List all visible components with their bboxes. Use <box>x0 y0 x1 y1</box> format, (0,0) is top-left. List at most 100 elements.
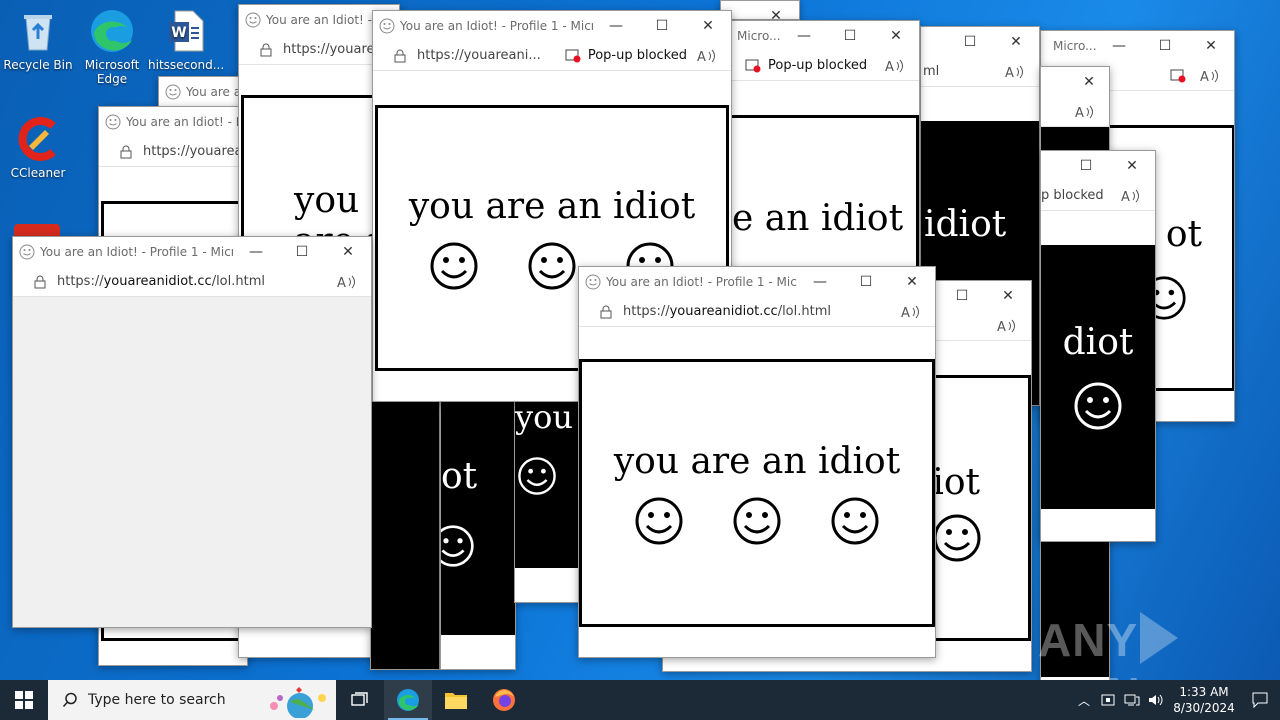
smiley-icon <box>430 242 478 289</box>
maximize-icon[interactable]: ☐ <box>639 11 685 41</box>
minimize-icon[interactable]: — <box>233 237 279 267</box>
maximize-icon[interactable]: ☐ <box>939 281 985 311</box>
idiot-message: you are an idiot <box>613 440 901 482</box>
address-bar-url[interactable]: https://youarea <box>143 144 247 159</box>
desktop-icon-label: Microsoft Edge <box>84 58 140 86</box>
close-icon[interactable]: ✕ <box>1109 151 1155 181</box>
start-button[interactable] <box>0 680 48 720</box>
taskbar-firefox[interactable] <box>480 680 528 720</box>
window-title: You are an Idiot! - Profile 1 - Micro... <box>606 275 797 289</box>
minimize-icon[interactable]: — <box>781 21 827 51</box>
maximize-icon[interactable]: ☐ <box>1063 151 1109 181</box>
lock-icon <box>394 49 406 62</box>
idiot-message: e an idiot <box>732 198 904 239</box>
read-aloud-icon[interactable]: A <box>1005 64 1027 80</box>
read-aloud-icon[interactable]: A <box>1121 188 1143 204</box>
maximize-icon[interactable]: ☐ <box>827 21 873 51</box>
smiley-icon <box>518 457 556 495</box>
ccleaner-icon <box>15 116 61 162</box>
minimize-icon[interactable]: — <box>593 11 639 41</box>
browser-window[interactable]: You are an Idiot! - Profile 1 - Micro...… <box>12 236 372 628</box>
desktop-icon-ccleaner[interactable]: CCleaner <box>0 116 76 180</box>
maximize-icon[interactable]: ☐ <box>1142 31 1188 61</box>
close-icon[interactable]: ✕ <box>1188 31 1234 61</box>
smiley-icon <box>528 242 576 289</box>
desktop-icon-edge[interactable]: Microsoft Edge <box>74 8 150 86</box>
read-aloud-icon[interactable]: A <box>885 58 907 74</box>
page-frame: you are an idiot <box>579 359 935 627</box>
window-title: You are an Idiot! - Profile 1 - Micro... <box>40 245 233 259</box>
maximize-icon[interactable]: ☐ <box>843 267 889 297</box>
clock-time: 1:33 AM <box>1179 685 1229 699</box>
smiley-icon <box>1074 382 1122 430</box>
desktop: Recycle Bin Microsoft Edge W hitssecond.… <box>0 0 1280 680</box>
window-title: You are an Idiot! - Pro <box>126 115 247 129</box>
popup-blocked-indicator[interactable]: Pop-up blocked <box>745 58 875 73</box>
read-aloud-icon[interactable]: A <box>997 318 1019 334</box>
close-icon[interactable]: ✕ <box>1069 67 1109 97</box>
minimize-icon[interactable]: — <box>797 267 843 297</box>
idiot-message: diot <box>1062 322 1134 363</box>
task-view-button[interactable] <box>336 680 384 720</box>
address-bar-url[interactable]: ml <box>921 64 939 79</box>
window-title: You are an Idiot! - Profile 1 - Micro... <box>400 19 593 33</box>
read-aloud-icon[interactable]: A <box>1200 68 1222 84</box>
browser-window[interactable]: you <box>514 395 584 603</box>
close-icon[interactable]: ✕ <box>993 27 1039 57</box>
page-content-blank <box>13 297 371 627</box>
volume-icon[interactable] <box>1144 680 1168 720</box>
taskbar-edge[interactable] <box>384 680 432 720</box>
smiley-icon <box>441 525 474 567</box>
svg-text:A: A <box>997 320 1006 334</box>
svg-text:A: A <box>337 276 346 290</box>
taskbar-file-explorer[interactable] <box>432 680 480 720</box>
smiley-favicon-icon <box>379 18 395 34</box>
lock-icon <box>600 305 612 318</box>
folder-icon <box>445 693 467 709</box>
popup-blocked-indicator[interactable]: Pop-up blocked <box>565 48 687 63</box>
browser-window[interactable]: ☐ ✕ p blocked A diot <box>1040 150 1156 542</box>
browser-window[interactable]: ot <box>440 395 516 670</box>
desktop-icon-recycle-bin[interactable]: Recycle Bin <box>0 8 76 72</box>
minimize-icon[interactable]: — <box>1096 31 1142 61</box>
browser-window[interactable]: You are an Idiot! - Profile 1 - Micro...… <box>578 266 936 658</box>
address-bar-url[interactable]: https://youareani... <box>417 48 565 63</box>
notification-center-button[interactable] <box>1240 680 1280 720</box>
popup-blocked-icon <box>745 59 761 72</box>
close-icon[interactable]: ✕ <box>985 281 1031 311</box>
popup-blocked-label[interactable]: p blocked <box>1041 188 1104 203</box>
close-icon[interactable]: ✕ <box>873 21 919 51</box>
system-tray: ︿ 1:33 AM 8/30/2024 <box>1072 680 1280 720</box>
close-icon[interactable]: ✕ <box>889 267 935 297</box>
maximize-icon[interactable]: ☐ <box>947 27 993 57</box>
idiot-message: ot <box>441 456 478 497</box>
read-aloud-icon[interactable]: A <box>697 48 719 64</box>
smiley-favicon-icon <box>165 84 181 100</box>
page-frame: diot <box>1041 245 1155 509</box>
address-bar-url[interactable]: https://youareanidiot.cc/lol.html <box>57 274 337 289</box>
smiley-icon <box>831 497 879 544</box>
close-icon[interactable]: ✕ <box>325 237 371 267</box>
svg-text:A: A <box>1121 190 1130 204</box>
chevron-up-icon[interactable]: ︿ <box>1072 680 1096 720</box>
maximize-icon[interactable]: ☐ <box>279 237 325 267</box>
taskbar-clock[interactable]: 1:33 AM 8/30/2024 <box>1168 684 1240 716</box>
close-icon[interactable]: ✕ <box>685 11 731 41</box>
defender-icon[interactable] <box>1096 680 1120 720</box>
taskbar-search-box[interactable]: Type here to search <box>48 680 336 720</box>
read-aloud-icon[interactable]: A <box>1075 104 1097 120</box>
address-bar-url[interactable]: https://youareanidiot.cc/lol.html <box>623 304 901 319</box>
read-aloud-icon[interactable]: A <box>901 304 923 320</box>
svg-text:A: A <box>697 50 706 64</box>
edge-icon <box>397 689 419 711</box>
read-aloud-icon[interactable]: A <box>337 274 359 290</box>
search-placeholder: Type here to search <box>88 692 226 708</box>
close-icon[interactable]: ✕ <box>753 1 799 19</box>
browser-window[interactable]: ✕ <box>720 0 800 20</box>
network-icon[interactable] <box>1120 680 1144 720</box>
browser-window[interactable] <box>370 395 440 670</box>
popup-blocked-icon[interactable] <box>1170 69 1186 83</box>
desktop-icon-word-doc[interactable]: W hitssecond... <box>148 8 224 72</box>
smiley-favicon-icon <box>245 12 261 28</box>
idiot-message: idiot <box>924 204 1007 245</box>
